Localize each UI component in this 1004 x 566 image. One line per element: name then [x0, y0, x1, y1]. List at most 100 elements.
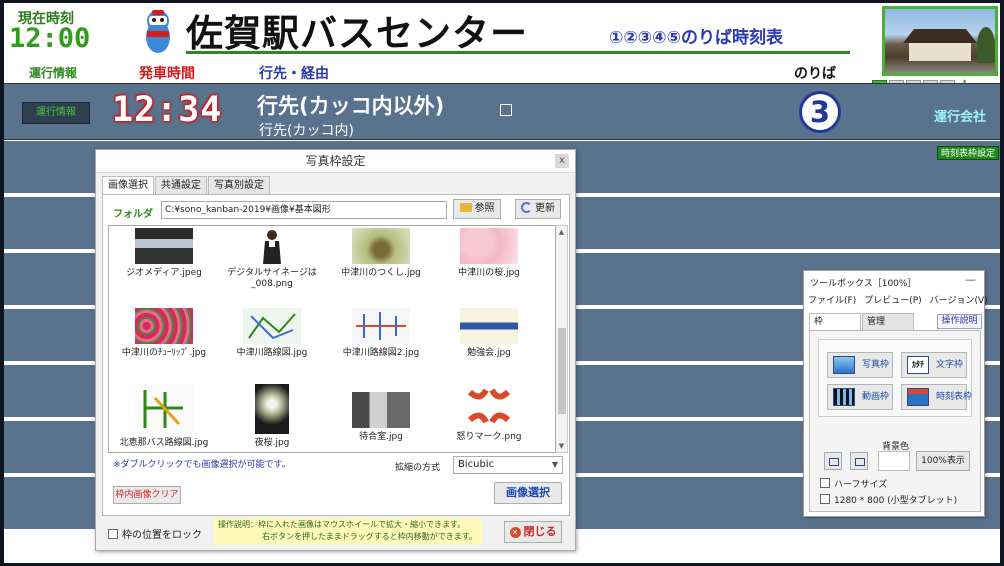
schedule-frame-settings-button[interactable]: 時刻表枠設定: [937, 146, 1000, 160]
zoom-100-button[interactable]: 100%表示: [916, 451, 970, 471]
operator-label: 運行会社: [934, 110, 987, 125]
toolbox-title[interactable]: ツールボックス［100%］: [810, 276, 916, 289]
column-platform-label: のりば: [794, 66, 836, 82]
thumbnail-item[interactable]: 怒りマーク.png: [435, 384, 543, 452]
title-underline: [186, 51, 850, 54]
current-time: 12:00: [9, 23, 91, 54]
video-frame-button[interactable]: 動画枠: [827, 384, 893, 410]
lock-position-checkbox[interactable]: 枠の位置をロック: [108, 526, 202, 541]
row-info-button[interactable]: 運行情報: [22, 102, 90, 124]
image-select-panel: フォルダ C:¥sono_kanban-2019¥画像¥基本図形 参照 更新 ジ…: [102, 194, 570, 516]
thumbnail-image: [352, 392, 410, 428]
dialog-titlebar[interactable]: 写真枠設定 x: [96, 150, 575, 173]
thumbnail-list[interactable]: ジオメディア.jpeg デジタルサイネージは_008.png 中津川のつくし.j…: [108, 225, 556, 453]
toolbox-window: ツールボックス［100%］ — ファイル(F) プレビュー(P) バージョン(V…: [803, 270, 988, 517]
resize-handle[interactable]: [500, 104, 512, 116]
scroll-down-icon[interactable]: ▼: [556, 441, 567, 451]
platforms-title: ①②③④⑤のりば時刻表: [609, 28, 783, 48]
thumbnail-item[interactable]: 勉強会.jpg: [435, 308, 543, 382]
thumbnail-item[interactable]: デジタルサイネージは_008.png: [218, 228, 326, 302]
help-button[interactable]: 操作説明: [937, 314, 982, 329]
dialog-close-icon[interactable]: x: [555, 154, 569, 168]
frames-panel: 写真枠 ｶﾀﾁ 文字枠 動画枠 時刻表枠 背景色 100%表示 ハーフサイズ 12…: [809, 330, 981, 512]
menu-preview[interactable]: プレビュー(P): [860, 292, 925, 310]
dialog-title: 写真枠設定: [305, 154, 366, 168]
scrollbar-thumb[interactable]: [558, 328, 566, 414]
photo-frame-button[interactable]: 写真枠: [827, 352, 893, 378]
thumbnail-caption: 中津川のつくし.jpg: [341, 268, 421, 278]
clear-frame-image-button[interactable]: 枠内画像クリア: [113, 486, 181, 504]
thumbnail-item[interactable]: 中津川路線図.jpg: [218, 308, 326, 382]
tab-common-settings[interactable]: 共通設定: [155, 176, 207, 194]
thumbnail-image: [135, 384, 193, 434]
checkbox-icon[interactable]: [820, 478, 830, 488]
thumbnail-image: [243, 228, 301, 264]
column-info-label: 運行情報: [29, 66, 78, 80]
tablet-size-checkbox[interactable]: 1280 * 800 (小型タブレット): [820, 493, 957, 506]
thumbnail-item[interactable]: 待合室.jpg: [327, 384, 435, 452]
double-click-hint: ※ダブルクリックでも画像選択が可能です。: [113, 460, 291, 470]
station-photo[interactable]: [882, 6, 998, 76]
landscape-icon[interactable]: [824, 452, 842, 470]
menu-version[interactable]: バージョン(V): [926, 292, 992, 310]
thumbnail-scrollbar[interactable]: ▲ ▼: [556, 225, 568, 453]
thumbnail-caption: 中津川の桜.jpg: [458, 268, 520, 278]
thumbnail-caption: 怒りマーク.png: [456, 432, 522, 442]
photo-icon: [833, 356, 855, 374]
thumbnail-image: [243, 308, 301, 344]
scroll-up-icon[interactable]: ▲: [556, 227, 567, 237]
refresh-icon: [521, 202, 532, 213]
close-button[interactable]: ✕ 閉じる: [504, 521, 562, 543]
dialog-tabs: 画像選択 共通設定 写真別設定: [102, 176, 271, 195]
thumbnail-caption: 中津川路線図.jpg: [236, 348, 308, 358]
folder-label: フォルダ: [113, 209, 153, 220]
photo-frame-dialog: 写真枠設定 x 画像選択 共通設定 写真別設定 フォルダ C:¥sono_kan…: [95, 149, 576, 551]
select-image-button[interactable]: 画像選択: [494, 482, 562, 504]
thumbnail-item[interactable]: 中津川路線図2.jpg: [327, 308, 435, 382]
thumbnail-image: [460, 228, 518, 264]
minimize-icon[interactable]: —: [965, 273, 976, 286]
schedule-frame-button[interactable]: 時刻表枠: [901, 384, 972, 410]
thumbnail-item[interactable]: 中津川のつくし.jpg: [327, 228, 435, 302]
thumbnail-item[interactable]: 中津川の桜.jpg: [435, 228, 543, 302]
thumbnail-item[interactable]: 北恵那バス路線図.jpg: [110, 384, 218, 452]
tab-image-select[interactable]: 画像選択: [102, 176, 154, 195]
thumbnail-item[interactable]: 中津川のﾁｭｰﾘｯﾌﾟ.jpg: [110, 308, 218, 382]
thumbnail-image: [460, 308, 518, 344]
destination-main: 行先(カッコ内以外): [257, 94, 445, 118]
thumbnail-image: [352, 308, 410, 344]
frame-tools: 写真枠 ｶﾀﾁ 文字枠 動画枠 時刻表枠: [818, 339, 972, 417]
scale-method-select[interactable]: Bicubic ▼: [453, 456, 563, 474]
thumbnail-image: [135, 228, 193, 264]
thumbnail-image: [352, 228, 410, 264]
thumbnail-caption: 中津川路線図2.jpg: [342, 348, 420, 358]
text-frame-button[interactable]: ｶﾀﾁ 文字枠: [901, 352, 967, 378]
folder-icon: [459, 203, 472, 212]
toolbox-menubar: ファイル(F) プレビュー(P) バージョン(V): [804, 292, 988, 310]
menu-file[interactable]: ファイル(F): [804, 292, 860, 310]
thumbnail-caption: 待合室.jpg: [359, 432, 403, 442]
thumbnail-item[interactable]: ジオメディア.jpeg: [110, 228, 218, 302]
checkbox-icon[interactable]: [820, 494, 830, 504]
portrait-icon[interactable]: [850, 452, 868, 470]
thumbnail-item[interactable]: 夜桜.jpg: [218, 384, 326, 452]
thumbnail-image: [255, 384, 289, 434]
text-icon: ｶﾀﾁ: [907, 356, 929, 374]
folder-path-input[interactable]: C:¥sono_kanban-2019¥画像¥基本図形: [161, 201, 447, 219]
browse-button[interactable]: 参照: [453, 199, 501, 219]
tab-per-photo-settings[interactable]: 写真別設定: [208, 176, 270, 194]
station-title: 佐賀駅バスセンター: [186, 12, 528, 55]
thumbnail-caption: ジオメディア.jpeg: [126, 268, 202, 278]
schedule-row[interactable]: 運行情報 12:34 行先(カッコ内以外) 行先(カッコ内) 3 運行会社: [4, 83, 1000, 140]
thumbnail-image: [135, 308, 193, 344]
checkbox-icon[interactable]: [108, 529, 118, 539]
refresh-button[interactable]: 更新: [515, 199, 561, 219]
column-destination-label: 行先・経由: [259, 66, 329, 82]
half-size-checkbox[interactable]: ハーフサイズ: [820, 477, 887, 490]
close-icon: ✕: [509, 527, 521, 538]
tab-management[interactable]: 管理: [862, 313, 914, 330]
background-color-swatch[interactable]: [878, 451, 910, 471]
thumbnail-caption: 勉強会.jpg: [467, 348, 511, 358]
platform-badge: 3: [799, 91, 841, 133]
tab-frames[interactable]: 枠: [809, 313, 861, 330]
